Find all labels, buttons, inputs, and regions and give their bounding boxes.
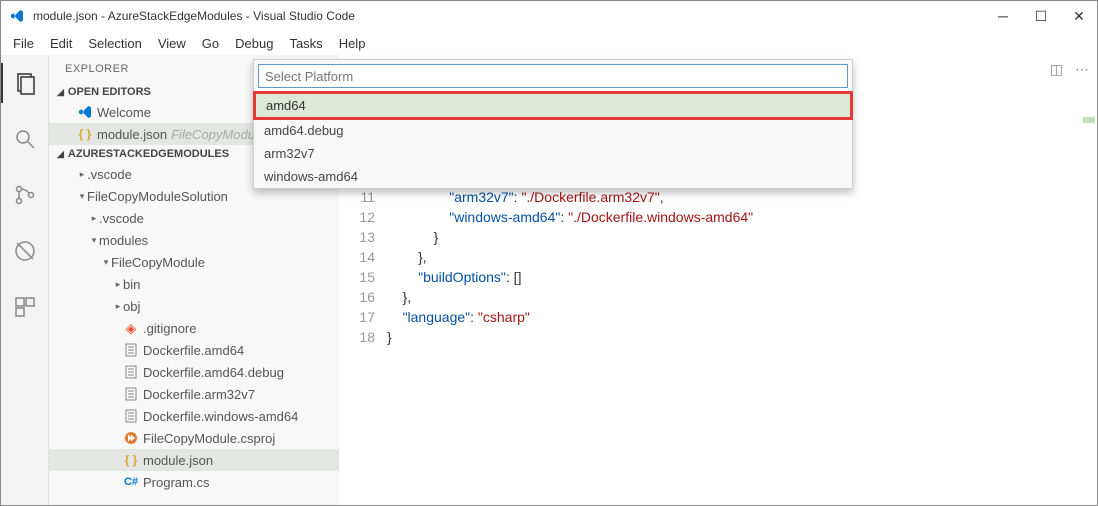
tree-label: Dockerfile.amd64.debug xyxy=(143,365,284,380)
minimize-button[interactable]: ─ xyxy=(993,8,1013,25)
git-icon: ◈ xyxy=(123,320,139,336)
file-icon xyxy=(123,342,139,358)
tree-label: FileCopyModuleSolution xyxy=(87,189,228,204)
palette-option[interactable]: arm32v7 xyxy=(254,142,852,165)
file-icon xyxy=(123,364,139,380)
scrollbar-marker xyxy=(1083,117,1095,123)
tree-label: .vscode xyxy=(87,167,132,182)
tree-item[interactable]: Dockerfile.amd64.debug xyxy=(49,361,339,383)
menu-help[interactable]: Help xyxy=(331,34,374,53)
tree-label: Program.cs xyxy=(143,475,209,490)
file-path-dim: FileCopyModu xyxy=(171,127,255,142)
chevron-icon: ▾ xyxy=(101,257,111,268)
tree-label: modules xyxy=(99,233,148,248)
tree-label: obj xyxy=(123,299,140,314)
file-icon xyxy=(123,408,139,424)
explorer-tab[interactable] xyxy=(1,63,49,103)
tree-item[interactable]: ▾FileCopyModule xyxy=(49,251,339,273)
csproj-icon xyxy=(123,430,139,446)
tree-item[interactable]: C# Program.cs xyxy=(49,471,339,493)
maximize-button[interactable]: ☐ xyxy=(1031,8,1051,25)
window-controls: ─ ☐ ✕ xyxy=(993,8,1089,25)
close-button[interactable]: ✕ xyxy=(1069,8,1089,25)
json-icon: { } xyxy=(123,452,139,468)
split-editor-icon[interactable]: ◫ xyxy=(1050,61,1063,78)
activity-bar xyxy=(1,55,49,505)
menu-bar: FileEditSelectionViewGoDebugTasksHelp xyxy=(1,31,1097,55)
chevron-icon: ▸ xyxy=(77,169,87,180)
tree-label: Dockerfile.windows-amd64 xyxy=(143,409,298,424)
open-editors-label: OPEN EDITORS xyxy=(68,86,151,98)
menu-tasks[interactable]: Tasks xyxy=(281,34,330,53)
tree-item[interactable]: ◈ .gitignore xyxy=(49,317,339,339)
vscode-icon xyxy=(77,104,93,120)
title-bar: module.json - AzureStackEdgeModules - Vi… xyxy=(1,1,1097,31)
chevron-icon: ▾ xyxy=(77,191,87,202)
tree-item[interactable]: Dockerfile.windows-amd64 xyxy=(49,405,339,427)
file-icon xyxy=(123,386,139,402)
menu-file[interactable]: File xyxy=(5,34,42,53)
vscode-icon xyxy=(9,8,25,24)
tree-label: .vscode xyxy=(99,211,144,226)
chevron-icon: ▸ xyxy=(113,279,123,290)
chevron-down-icon: ◢ xyxy=(57,149,64,160)
workspace-label: AZURESTACKEDGEMODULES xyxy=(68,148,229,160)
tree-label: Dockerfile.arm32v7 xyxy=(143,387,255,402)
command-palette: amd64amd64.debugarm32v7windows-amd64 xyxy=(253,59,853,189)
extensions-tab[interactable] xyxy=(1,287,49,327)
chevron-icon: ▾ xyxy=(89,235,99,246)
tree-item[interactable]: FileCopyModule.csproj xyxy=(49,427,339,449)
tree-item[interactable]: ▸bin xyxy=(49,273,339,295)
tree-item[interactable]: { } module.json xyxy=(49,449,339,471)
search-tab[interactable] xyxy=(1,119,49,159)
tree-label: bin xyxy=(123,277,140,292)
tree-item[interactable]: ▾modules xyxy=(49,229,339,251)
tree-item[interactable]: Dockerfile.arm32v7 xyxy=(49,383,339,405)
tree-item[interactable]: ▸.vscode xyxy=(49,207,339,229)
file-label: Welcome xyxy=(97,105,151,120)
debug-tab[interactable] xyxy=(1,231,49,271)
tree-label: Dockerfile.amd64 xyxy=(143,343,244,358)
menu-view[interactable]: View xyxy=(150,34,194,53)
palette-input[interactable] xyxy=(258,64,848,88)
menu-selection[interactable]: Selection xyxy=(80,34,149,53)
chevron-icon: ▸ xyxy=(89,213,99,224)
editor-actions: ◫ ⋯ xyxy=(1050,61,1089,78)
window-title: module.json - AzureStackEdgeModules - Vi… xyxy=(33,9,993,23)
json-icon: { } xyxy=(77,126,93,142)
tree-label: FileCopyModule.csproj xyxy=(143,431,275,446)
tree-item[interactable]: ▸obj xyxy=(49,295,339,317)
tree-label: FileCopyModule xyxy=(111,255,205,270)
palette-option[interactable]: windows-amd64 xyxy=(254,165,852,188)
palette-option[interactable]: amd64.debug xyxy=(254,119,852,142)
menu-debug[interactable]: Debug xyxy=(227,34,281,53)
tree-item[interactable]: Dockerfile.amd64 xyxy=(49,339,339,361)
chevron-down-icon: ◢ xyxy=(57,87,64,98)
tree-label: module.json xyxy=(143,453,213,468)
cs-icon: C# xyxy=(123,474,139,490)
file-label: module.json xyxy=(97,127,167,142)
palette-option[interactable]: amd64 xyxy=(253,91,853,120)
menu-edit[interactable]: Edit xyxy=(42,34,80,53)
more-actions-icon[interactable]: ⋯ xyxy=(1075,61,1089,78)
tree-label: .gitignore xyxy=(143,321,196,336)
source-control-tab[interactable] xyxy=(1,175,49,215)
menu-go[interactable]: Go xyxy=(194,34,227,53)
chevron-icon: ▸ xyxy=(113,301,123,312)
